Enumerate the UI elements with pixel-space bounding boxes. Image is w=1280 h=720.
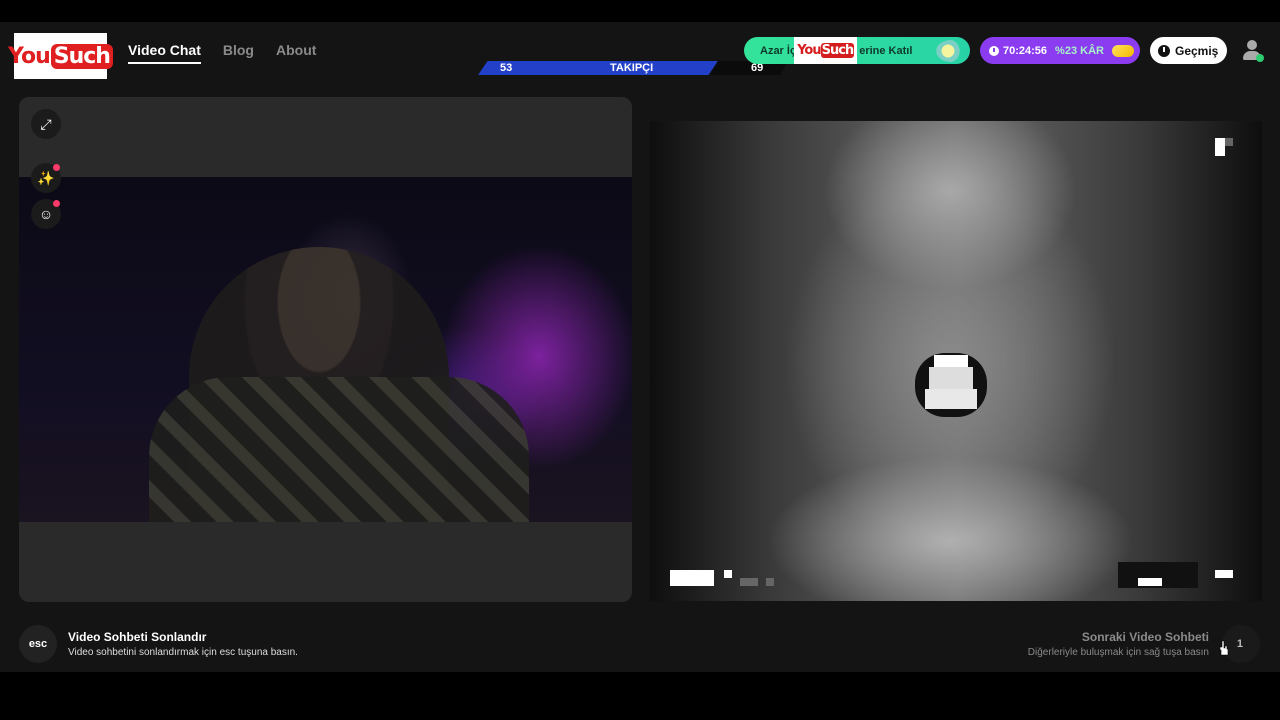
- fullscreen-button[interactable]: ⤢: [31, 109, 61, 139]
- timer-badge[interactable]: 70:24:56 %23 KÂR: [980, 37, 1140, 64]
- main-nav: Video Chat Blog About: [128, 42, 316, 64]
- history-label: Geçmiş: [1175, 43, 1219, 58]
- logo[interactable]: You Such: [8, 33, 113, 79]
- profit-value: %23 KÂR: [1055, 44, 1104, 57]
- self-video-shirt: [149, 377, 529, 522]
- follower-bar: 53 TAKIPÇI 69: [478, 61, 788, 75]
- esc-key-button[interactable]: esc: [19, 625, 57, 663]
- nav-about[interactable]: About: [276, 42, 316, 64]
- cash-icon: [1111, 44, 1134, 57]
- emoji-button[interactable]: ☺: [31, 199, 61, 229]
- next-chat-title: Sonraki Video Sohbeti: [1081, 630, 1209, 644]
- emoji-icon: ☺: [38, 206, 54, 222]
- nav-blog[interactable]: Blog: [223, 42, 254, 64]
- user-avatar[interactable]: [1240, 38, 1264, 62]
- hand-cursor-icon: [1219, 640, 1229, 656]
- partner-video-pixel-block: [1138, 578, 1162, 586]
- partner-placeholder-icon: [907, 345, 995, 425]
- promo-text-after: erine Katıl: [859, 44, 913, 57]
- partner-video-pixel-block: [1225, 138, 1233, 146]
- notification-dot-icon: [53, 164, 60, 171]
- expand-icon: ⤢: [40, 115, 52, 132]
- self-video-feed: [19, 177, 632, 522]
- promo-logo-such: Such: [820, 43, 855, 58]
- next-chat-hint: Diğerleriyle buluşmak için sağ tuşa bası…: [1027, 647, 1209, 658]
- follower-count-left: 53: [500, 62, 513, 74]
- online-status-icon: [1256, 54, 1264, 62]
- partner-video-pixel-block: [1215, 138, 1225, 156]
- nav-video-chat[interactable]: Video Chat: [128, 42, 201, 64]
- self-video-panel: [19, 97, 632, 602]
- end-chat-hint: Video sohbetini sonlandırmak için esc tu…: [68, 647, 298, 658]
- partner-video-pixel-block: [724, 570, 732, 578]
- end-chat-title: Video Sohbeti Sonlandır: [68, 630, 207, 644]
- timer-value: 70:24:56: [1003, 44, 1048, 57]
- promo-decoration-icon: [936, 40, 966, 62]
- follower-label: TAKIPÇI: [610, 62, 654, 74]
- logo-text-you: You: [8, 43, 51, 69]
- partner-video-pixel-block: [1215, 570, 1233, 578]
- avatar-head: [1247, 40, 1257, 50]
- history-button[interactable]: Geçmiş: [1150, 37, 1227, 64]
- app-window: You Such Video Chat Blog About 53 TAKIPÇ…: [0, 22, 1280, 672]
- logo-text-such: Such: [50, 43, 113, 69]
- promo-logo: You Such: [794, 37, 858, 64]
- partner-video-pixel-block: [766, 578, 774, 586]
- magic-wand-icon: ✨: [37, 169, 55, 186]
- clock-icon: [989, 45, 999, 56]
- join-promo-button[interactable]: Azar İçe You Such erine Katıl: [744, 37, 970, 64]
- partner-video-pixel-block: [740, 578, 758, 586]
- history-clock-icon: [1158, 44, 1170, 57]
- notification-dot-icon: [53, 200, 60, 207]
- partner-video-pixel-block: [670, 570, 714, 586]
- follower-bar-left: [478, 61, 718, 75]
- promo-logo-you: You: [797, 43, 821, 58]
- effects-button[interactable]: ✨: [31, 163, 61, 193]
